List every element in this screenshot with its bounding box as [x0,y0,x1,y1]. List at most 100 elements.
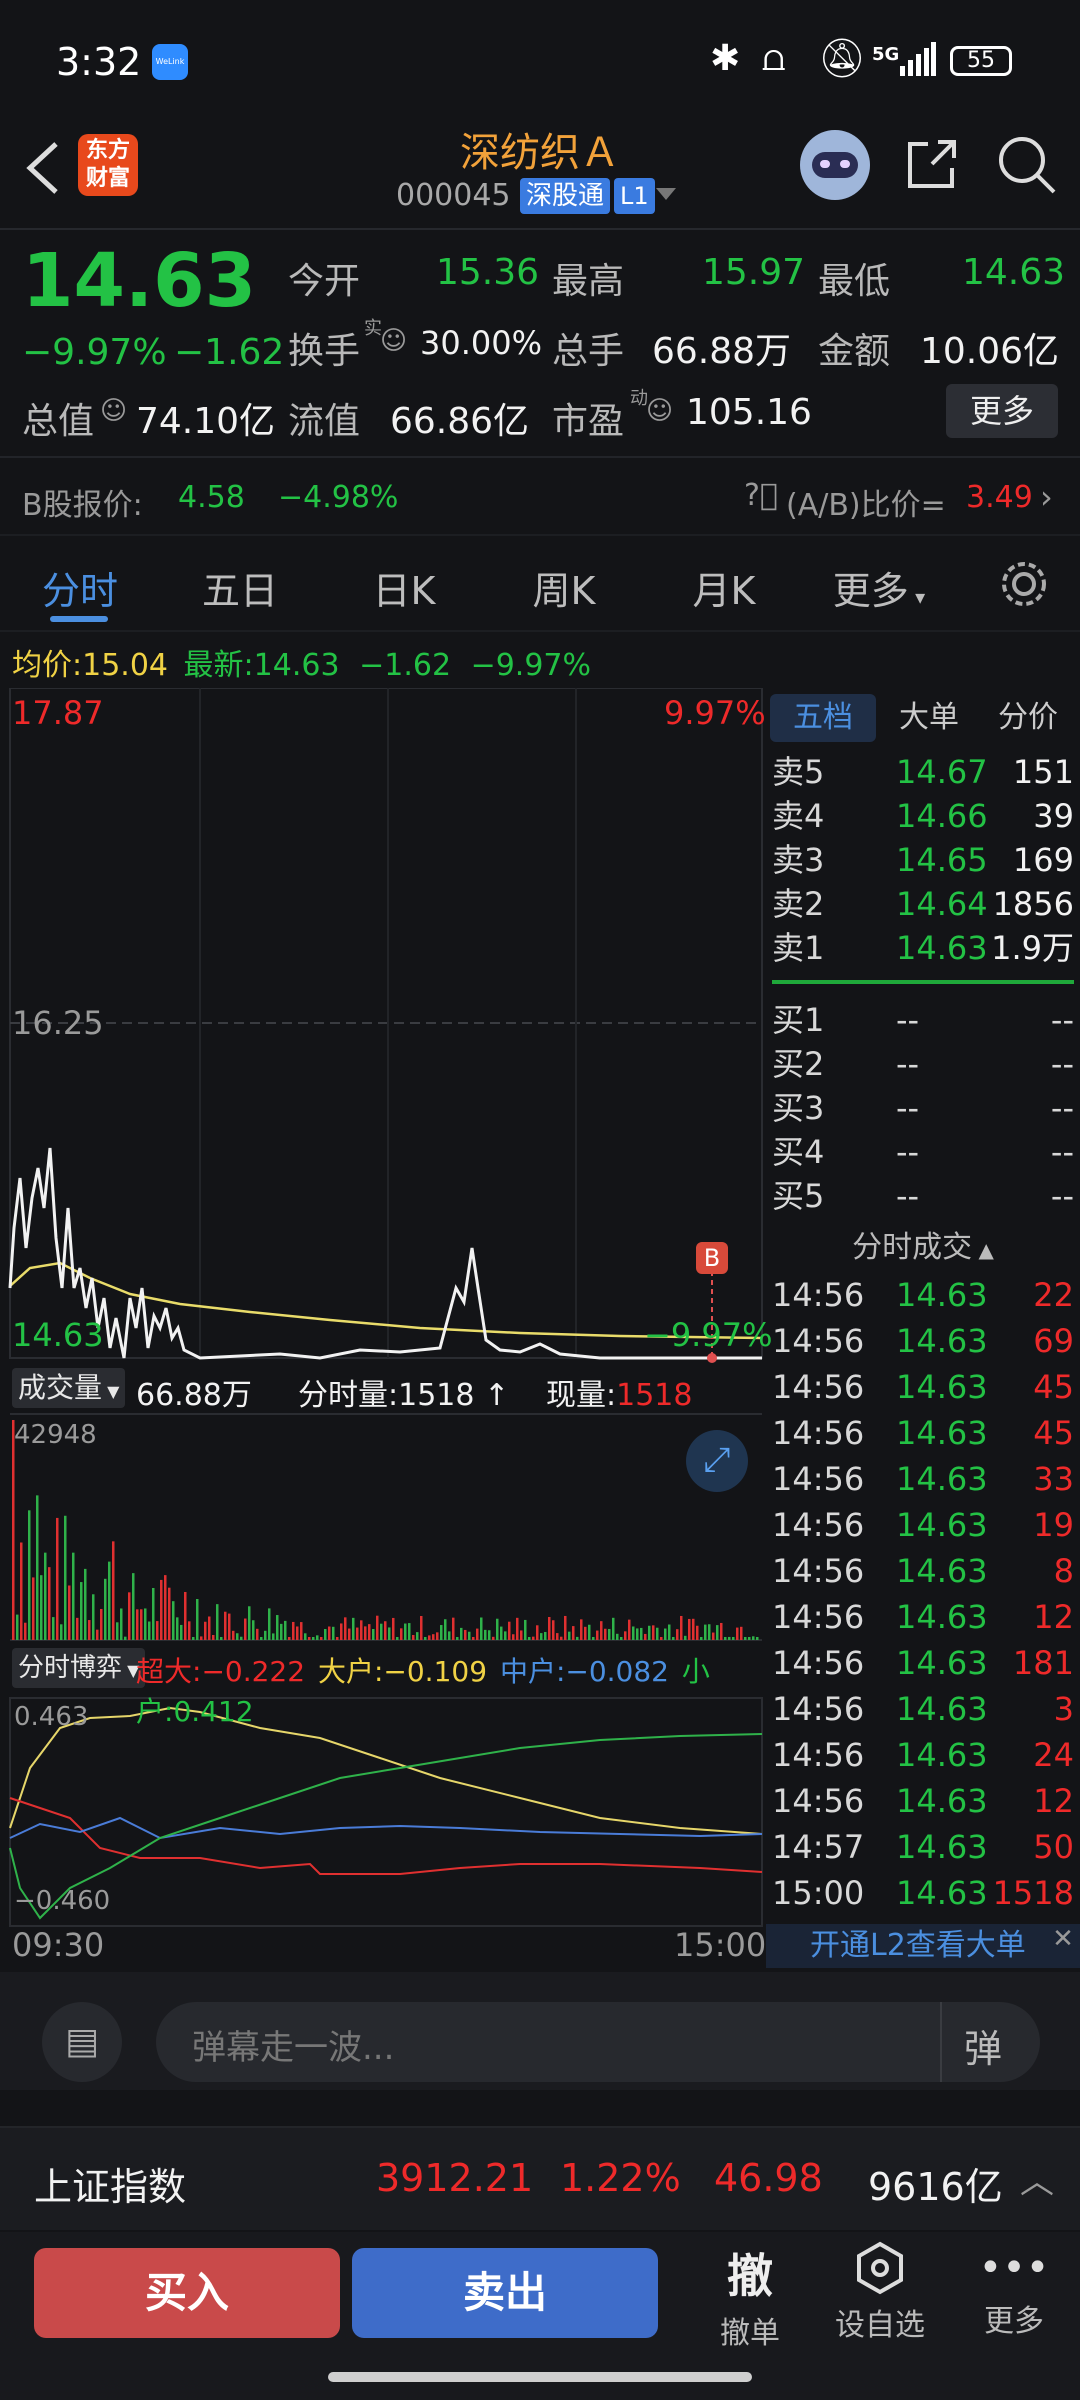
danmu-input[interactable]: 弹幕走一波... 弹 [156,2002,1040,2082]
sell-button[interactable]: 卖出 [352,2248,658,2338]
stock-title[interactable]: 深纺织Ａ [340,120,740,178]
connect-badge: 深股通 [520,178,611,214]
volume-bar [352,1617,355,1640]
tick-volume: 分时量:1518 ↑ [298,1378,510,1413]
trade-time: 14:56 [772,1414,865,1452]
volume-bar [344,1617,347,1640]
change-percent: −9.97% [22,332,167,373]
index-bar[interactable]: 上证指数 3912.21 1.22% 46.98 9616亿 ︿ [0,2126,1080,2230]
tab-more-label: 更多 [832,569,909,613]
settings-gear-icon[interactable] [998,558,1050,610]
more-button[interactable]: 更多 [946,384,1058,438]
volume-bar [464,1629,467,1640]
tab-five-levels[interactable]: 五档 [770,694,876,742]
trade-volume: 69 [1033,1322,1074,1360]
trade-row: 14:56 14.63 45 [772,1364,1074,1410]
info-icon[interactable]: ☺ [100,396,127,426]
volume-bar [500,1626,503,1640]
volume-selector[interactable]: 成交量 ▼ [12,1368,126,1408]
back-arrow-icon[interactable] [22,138,62,198]
danmu-settings-icon[interactable]: ▤ [42,2002,122,2082]
dropdown-caret-icon[interactable] [656,188,676,202]
search-icon[interactable] [996,134,1058,196]
volume-bar [516,1617,519,1640]
book-price: -- [896,1133,920,1171]
buy-button[interactable]: 买入 [34,2248,340,2338]
mktcap-label: 总值 [22,401,95,442]
tab-big-orders[interactable]: 大单 [884,694,974,742]
close-icon[interactable]: ✕ [1048,1924,1078,1954]
danmu-send-icon[interactable]: 弹 [964,2018,1002,2073]
low-value: 14.63 [962,252,1066,293]
tab-intraday[interactable]: 分时 [0,560,160,615]
volume-bar [340,1623,343,1640]
volume-bar [684,1635,687,1640]
trade-time: 14:56 [772,1368,865,1406]
volume-bar [548,1616,551,1640]
buy-point-marker[interactable]: B [696,1242,728,1274]
volume-bar [440,1625,443,1640]
flow-selector[interactable]: 分时博弈 ▼ [12,1648,146,1688]
volume-bar [628,1619,631,1640]
volume-bar [436,1632,439,1640]
more-menu-button[interactable]: ••• 更多 [954,2240,1074,2340]
volume-bar [232,1630,235,1640]
flow-frame [9,1697,763,1927]
volume-bar [412,1634,415,1640]
info-icon[interactable]: ☺ [380,326,407,356]
volume-bar [556,1633,559,1640]
book-price: 14.65 [896,841,988,879]
trades-header[interactable]: 分时成交 ▲ [766,1222,1080,1266]
flow-legend: 超大:−0.222 大户:−0.109 中户:−0.082 小户:0.412 [136,1650,764,1730]
trade-row: 14:57 14.63 50 [772,1824,1074,1870]
volume-bar [420,1616,423,1640]
volume-bar [140,1609,143,1640]
tab-monthly-k[interactable]: 月K [644,560,804,615]
chevron-right-icon[interactable]: › [1040,478,1053,516]
robot-assistant-icon[interactable] [800,130,870,200]
level-badge[interactable]: L1 [614,178,655,214]
cancel-label: 撤单 [720,2316,780,2351]
volume-bar [372,1628,375,1640]
tab-daily-k[interactable]: 日K [324,560,484,615]
tab-more[interactable]: 更多 ▾ [804,560,954,615]
trade-list[interactable]: 14:56 14.63 22 14:56 14.63 69 14:56 14.63 45 14:5… [772,1272,1074,1916]
status-time: 3:32 [56,40,142,84]
volume-bar [472,1637,475,1640]
small-value: 0.412 [173,1695,254,1728]
share-icon[interactable] [902,134,962,194]
volume-bar [32,1577,35,1640]
volume-bar [588,1624,591,1640]
tab-five-day[interactable]: 五日 [160,560,320,615]
tab-weekly-k[interactable]: 周K [484,560,644,615]
trade-time: 14:56 [772,1782,865,1820]
help-icon[interactable]: ?⃝ [744,478,778,513]
book-level: 卖1 [772,929,825,967]
bshare-row[interactable]: B股报价: 4.58 −4.98% ?⃝ (A/B)比价= 3.49 › [0,470,1080,530]
bshare-price: 4.58 [178,480,245,515]
chevron-up-icon[interactable]: ︿ [1020,2154,1054,2203]
book-volume: 39 [1033,797,1074,835]
cancel-order-button[interactable]: 撤 撤单 [690,2240,810,2352]
amount-value: 10.06亿 [920,331,1060,372]
volume-bar [168,1587,171,1640]
pct-axis-bottom: −9.97% [644,1316,773,1354]
trade-volume: 8 [1053,1552,1074,1590]
trade-volume: 181 [1012,1644,1074,1682]
info-icon[interactable]: ☺ [646,396,673,426]
more-label: 更多 [984,2304,1044,2339]
y-axis-mid: 16.25 [12,1004,104,1042]
book-level: 卖4 [772,797,825,835]
expand-icon[interactable]: ⤢ [686,1430,748,1492]
volume-bar [744,1637,747,1640]
l2-banner[interactable]: 开通L2查看大单 [766,1924,1080,1968]
trade-row: 15:00 14.63 1518 [772,1870,1074,1916]
volume-bar [64,1515,67,1640]
charts-area[interactable]: 17.87 9.97% 16.25 14.63 −9.97% B 成交量 ▼ 6… [0,688,772,1968]
book-volume: -- [1050,1089,1074,1127]
index-amount: 9616亿 [868,2165,1003,2209]
add-watchlist-button[interactable]: 设自选 [820,2240,940,2344]
volume-bar [396,1637,399,1640]
volume-bar [640,1627,643,1640]
tab-price-dist[interactable]: 分价 [980,694,1076,742]
